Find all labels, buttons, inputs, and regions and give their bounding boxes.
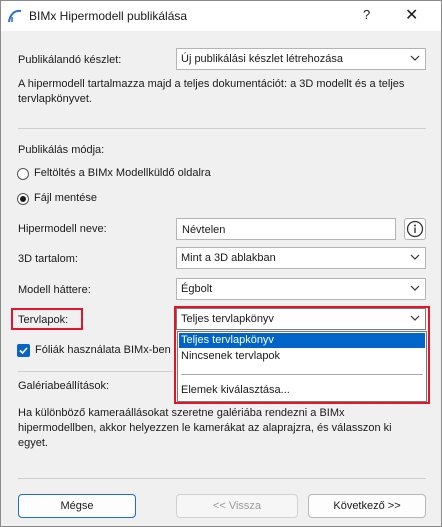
gallery-settings-label: Galériabeállítások: xyxy=(18,380,110,392)
chevron-down-icon xyxy=(410,55,420,61)
chevron-down-icon xyxy=(410,285,420,291)
layouts-label: Tervlapok: xyxy=(18,314,69,326)
help-button[interactable]: ? xyxy=(363,7,370,22)
info-icon xyxy=(406,220,424,238)
save-file-radio[interactable] xyxy=(17,193,29,205)
publish-set-value: Új publikálási készlet létrehozása xyxy=(181,53,344,65)
gallery-help-text: Ha különböző kameraállásokat szeretne ga… xyxy=(18,407,392,449)
upload-option-label[interactable]: Feltöltés a BIMx Modellküldő oldalra xyxy=(34,167,211,179)
model-background-select[interactable]: Égbolt xyxy=(176,278,426,300)
content-3d-label: 3D tartalom: xyxy=(18,253,78,265)
save-file-option-label[interactable]: Fájl mentése xyxy=(34,192,97,204)
archicad-app-icon xyxy=(8,9,22,23)
checkmark-icon xyxy=(19,347,28,355)
divider xyxy=(18,478,426,479)
close-button[interactable]: ✕ xyxy=(405,5,418,25)
hypermodel-name-input[interactable] xyxy=(180,220,384,240)
layouts-dropdown-highlight xyxy=(174,306,430,404)
publish-dialog: BIMx Hipermodell publikálása ? ✕ Publiká… xyxy=(0,0,442,527)
divider xyxy=(18,128,426,129)
cancel-button[interactable]: Mégse xyxy=(18,494,136,518)
hypermodel-name-field[interactable] xyxy=(176,218,396,240)
back-button[interactable]: << Vissza xyxy=(176,494,298,518)
publish-set-select[interactable]: Új publikálási készlet létrehozása xyxy=(176,48,426,70)
content-3d-select[interactable]: Mint a 3D ablakban xyxy=(176,247,426,269)
window-title: BIMx Hipermodell publikálása xyxy=(29,9,188,23)
upload-radio[interactable] xyxy=(17,168,29,180)
hypermodel-name-label: Hipermodell neve: xyxy=(18,223,107,235)
publish-mode-label: Publikálás módja: xyxy=(18,144,105,156)
use-sheets-label[interactable]: Fóliák használata BIMx-ben xyxy=(35,344,171,356)
info-button[interactable] xyxy=(404,218,426,240)
next-button[interactable]: Következő >> xyxy=(308,494,426,518)
model-background-label: Modell háttere: xyxy=(18,284,91,296)
use-sheets-checkbox[interactable] xyxy=(17,344,30,357)
divider xyxy=(18,371,173,372)
title-bar: BIMx Hipermodell publikálása ? ✕ xyxy=(1,1,441,31)
model-background-value: Égbolt xyxy=(181,283,213,295)
description-text: A hipermodell tartalmazza majd a teljes … xyxy=(18,78,405,105)
content-3d-value: Mint a 3D ablakban xyxy=(181,252,276,264)
chevron-down-icon xyxy=(410,254,420,260)
publish-set-label: Publikálandó készlet: xyxy=(18,54,122,66)
